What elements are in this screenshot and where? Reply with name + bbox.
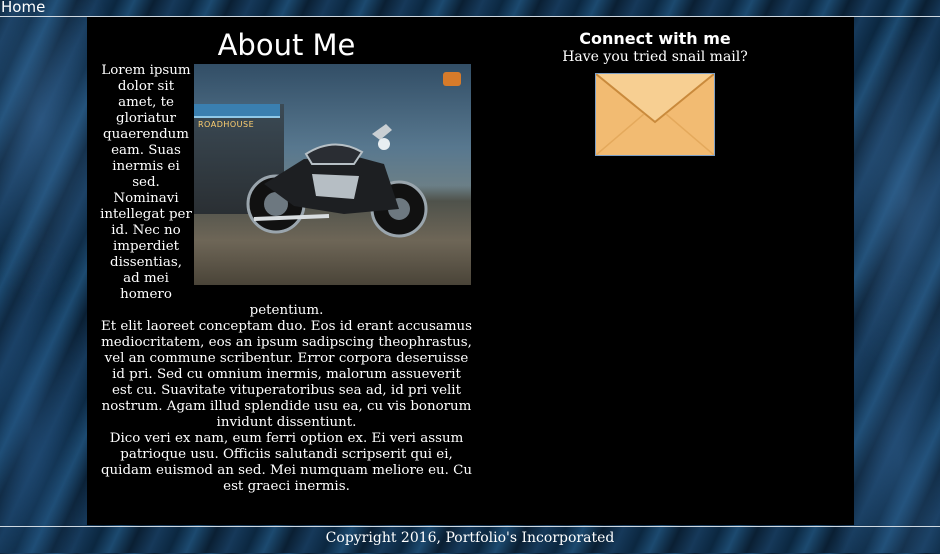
connect-subtitle: Have you tried snail mail? <box>562 49 748 65</box>
home-link[interactable]: Home <box>1 0 45 16</box>
envelope-icon[interactable] <box>595 73 715 156</box>
motorcycle-photo: ROADHOUSE <box>194 64 471 285</box>
about-paragraph-2: Et elit laoreet conceptam duo. Eos id er… <box>100 319 473 430</box>
about-title: About Me <box>217 28 356 62</box>
footer: Copyright 2016, Portfolio's Incorporated <box>0 526 940 554</box>
about-paragraph-3: Dico veri ex nam, eum ferri option ex. E… <box>100 431 473 494</box>
connect-title: Connect with me <box>579 29 731 48</box>
motorcycle-graphic <box>246 124 428 238</box>
about-body: ROADHOUSE Lorem ipsum dolor sit amet, te… <box>100 63 473 495</box>
envelope-graphic <box>595 73 715 156</box>
copyright-text: Copyright 2016, Portfolio's Incorporated <box>325 530 615 546</box>
top-nav: Home <box>0 0 940 17</box>
